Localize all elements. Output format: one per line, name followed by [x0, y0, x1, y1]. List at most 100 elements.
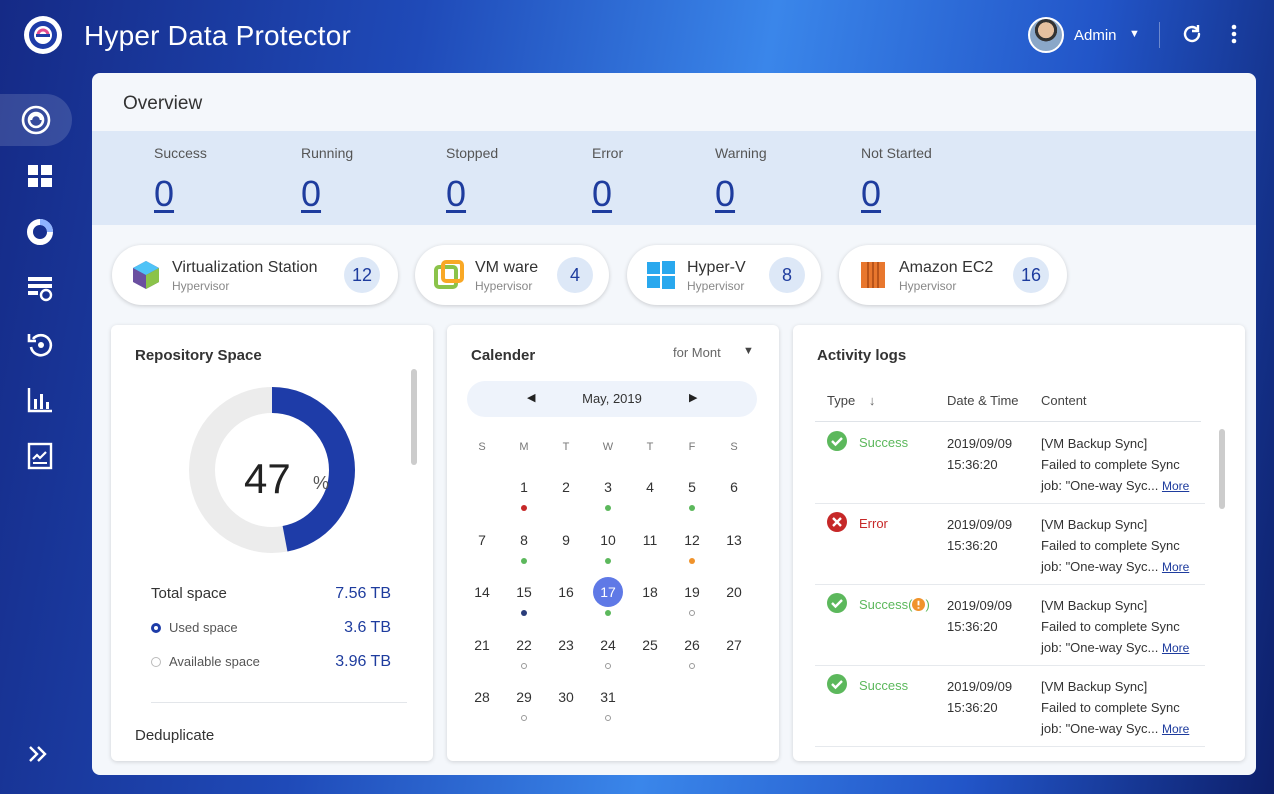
calendar-day[interactable]: 8 — [509, 525, 539, 555]
calendar-day[interactable]: 29 — [509, 682, 539, 712]
total-space-row: Total space 7.56 TB — [151, 585, 391, 602]
calendar-day[interactable]: 16 — [551, 577, 581, 607]
calendar-day[interactable]: 9 — [551, 525, 581, 555]
calendar-day[interactable]: 4 — [635, 472, 665, 502]
status-count-link[interactable]: 0 — [592, 173, 623, 215]
calendar-day[interactable]: 30 — [551, 682, 581, 712]
calendar-day[interactable]: 22 — [509, 630, 539, 660]
calendar-card: Calender for Mont ▼ ◀ May, 2019 ▶ S M T W T F… — [447, 325, 779, 761]
card-scrollbar[interactable] — [411, 369, 417, 465]
calendar-day[interactable]: 7 — [467, 525, 497, 555]
dashboard-icon — [28, 165, 52, 187]
sort-down-icon[interactable]: ↓ — [869, 393, 876, 408]
sidebar-item-logs[interactable] — [0, 430, 80, 482]
sidebar-item-restore[interactable] — [0, 318, 80, 370]
user-menu-label[interactable]: Admin — [1074, 27, 1117, 44]
status-count-link[interactable]: 0 — [301, 173, 353, 215]
sidebar-item-dashboard[interactable] — [0, 150, 80, 202]
calendar-day[interactable]: 25 — [635, 630, 665, 660]
log-scrollbar[interactable] — [1219, 429, 1225, 509]
column-header-date[interactable]: Date & Time — [947, 393, 1019, 408]
calendar-day[interactable]: 13 — [719, 525, 749, 555]
hypervisor-chip-hyper-v[interactable]: Hyper-V Hypervisor 8 — [627, 245, 821, 305]
log-time: 15:36:20 — [947, 700, 998, 715]
calendar-day[interactable]: 3 — [593, 472, 623, 502]
calendar-day[interactable]: 11 — [635, 525, 665, 555]
more-link[interactable]: More — [1162, 722, 1189, 736]
calendar-day[interactable]: 19 — [677, 577, 707, 607]
calendar-day[interactable]: 18 — [635, 577, 665, 607]
status-count-link[interactable]: 0 — [446, 173, 498, 215]
log-type-text: Success — [859, 678, 909, 693]
calendar-day[interactable]: 27 — [719, 630, 749, 660]
log-content-line: job: "One-way Syc... — [1041, 640, 1159, 655]
calendar-day[interactable]: 28 — [467, 682, 497, 712]
calendar-day[interactable]: 23 — [551, 630, 581, 660]
log-time: 15:36:20 — [947, 619, 998, 634]
log-content-line: Failed to complete Sync — [1041, 538, 1180, 553]
status-error: Error 0 — [592, 145, 623, 215]
calendar-day[interactable]: 24 — [593, 630, 623, 660]
more-link[interactable]: More — [1162, 560, 1189, 574]
hypervisor-chip-vmware[interactable]: VM ware Hypervisor 4 — [415, 245, 609, 305]
chevron-down-icon[interactable]: ▼ — [1129, 28, 1140, 40]
log-datetime: 2019/09/09 15:36:20 — [947, 595, 1012, 637]
calendar-day[interactable]: 14 — [467, 577, 497, 607]
calendar-day[interactable]: 12 — [677, 525, 707, 555]
log-datetime: 2019/09/09 15:36:20 — [947, 433, 1012, 475]
calendar-day[interactable]: 31 — [593, 682, 623, 712]
log-type: Success — [859, 435, 908, 450]
calendar-day[interactable]: 2 — [551, 472, 581, 502]
calendar-day[interactable]: 6 — [719, 472, 749, 502]
refresh-icon[interactable] — [1180, 22, 1204, 46]
log-date: 2019/09/09 — [947, 517, 1013, 532]
calendar-day-selected[interactable]: 17 — [593, 577, 623, 607]
log-content-line: Failed to complete Sync — [1041, 700, 1180, 715]
calendar-day[interactable]: 20 — [719, 577, 749, 607]
next-month-icon[interactable]: ▶ — [689, 391, 697, 404]
log-type-text: Success — [859, 435, 909, 450]
more-link[interactable]: More — [1162, 479, 1189, 493]
job-status-marker — [605, 715, 611, 721]
more-vertical-icon[interactable] — [1222, 22, 1246, 46]
status-warning: Warning 0 — [715, 145, 767, 215]
logs-icon — [27, 442, 53, 470]
table-row[interactable]: Success 2019/09/09 15:36:20 [VM Backup Sync… — [815, 666, 1205, 747]
status-count-link[interactable]: 0 — [715, 173, 767, 215]
avatar[interactable] — [1028, 17, 1064, 53]
calendar-day[interactable]: 1 — [509, 472, 539, 502]
status-count-link[interactable]: 0 — [154, 173, 207, 215]
calendar-day[interactable]: 21 — [467, 630, 497, 660]
job-status-marker — [521, 557, 527, 564]
hypervisor-chip-amazon-ec2[interactable]: Amazon EC2 Hypervisor 16 — [839, 245, 1067, 305]
calendar-day[interactable]: 26 — [677, 630, 707, 660]
sidebar-item-overview[interactable] — [0, 94, 72, 146]
status-not-started: Not Started 0 — [861, 145, 932, 215]
hypervisor-name: Hyper-V — [687, 259, 746, 276]
calendar-day[interactable]: 10 — [593, 525, 623, 555]
more-link[interactable]: More — [1162, 641, 1189, 655]
column-header-content[interactable]: Content — [1041, 393, 1087, 408]
sidebar-item-reports[interactable] — [0, 374, 80, 426]
log-content-line: [VM Backup Sync] — [1041, 679, 1148, 694]
sidebar-item-storage[interactable] — [0, 206, 80, 258]
weekday-label: F — [688, 441, 696, 453]
chevron-down-icon[interactable]: ▼ — [743, 345, 754, 357]
status-count-link[interactable]: 0 — [861, 173, 932, 215]
job-status-marker — [605, 610, 611, 616]
hypervisor-name: VM ware — [475, 259, 539, 276]
job-status-marker — [689, 662, 695, 669]
sidebar-item-backup[interactable] — [0, 262, 80, 314]
table-row[interactable]: Error 2019/09/09 15:36:20 [VM Backup Sync] F… — [815, 504, 1205, 585]
column-header-type[interactable]: Type ↓ — [827, 393, 875, 408]
restore-icon — [27, 333, 53, 357]
status-summary: Success 0 Running 0 Stopped 0 Error 0 Wa… — [92, 131, 1256, 225]
table-row[interactable]: Success() 2019/09/09 15:36:20 [VM Backup Sy… — [815, 585, 1205, 666]
calendar-day[interactable]: 5 — [677, 472, 707, 502]
expand-sidebar-icon[interactable] — [24, 740, 52, 768]
job-status-marker — [605, 505, 611, 511]
hypervisor-chip-virtualization-station[interactable]: Virtualization Station Hypervisor 12 — [112, 245, 398, 305]
calendar-range-select[interactable]: for Mont — [673, 345, 721, 360]
calendar-day[interactable]: 15 — [509, 577, 539, 607]
table-row[interactable]: Success 2019/09/09 15:36:20 [VM Backup Sync… — [815, 423, 1205, 504]
